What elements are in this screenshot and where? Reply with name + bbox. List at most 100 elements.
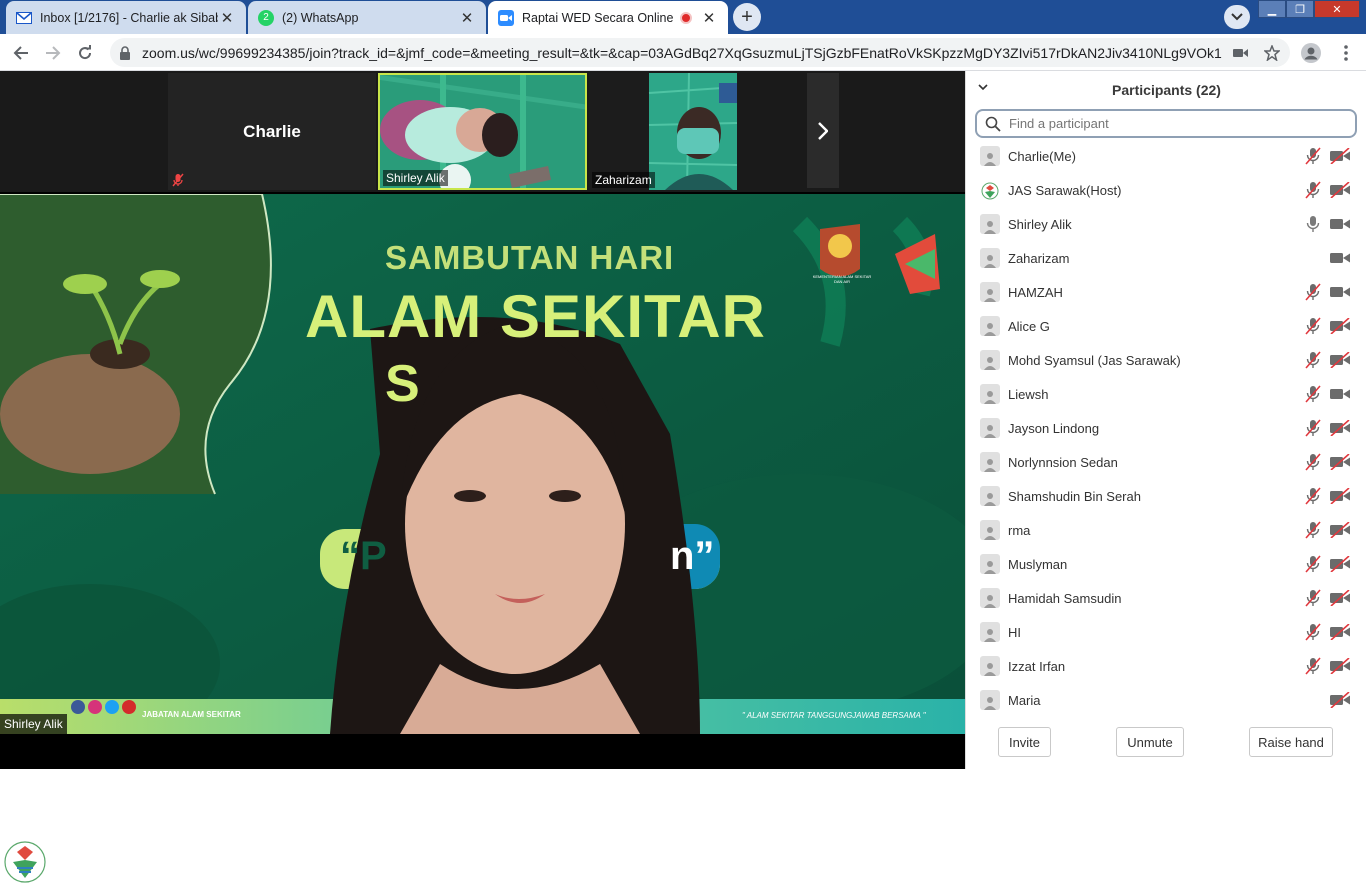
raise-hand-button[interactable]: Raise hand <box>1249 727 1333 757</box>
avatar-icon <box>1301 43 1321 63</box>
participant-row[interactable]: Mohd Syamsul (Jas Sarawak) <box>966 343 1366 377</box>
main-speaker-video[interactable]: SAMBUTAN HARI ALAM SEKITAR S “P n” JABAT… <box>0 194 965 734</box>
invite-button[interactable]: Invite <box>998 727 1051 757</box>
avatar-icon <box>980 316 1000 336</box>
slide-heading-3: S <box>385 355 420 413</box>
address-bar[interactable]: zoom.us/wc/99699234385/join?track_id=&jm… <box>110 38 1290 67</box>
participant-name: Mohd Syamsul (Jas Sarawak) <box>1008 353 1181 368</box>
minimize-button[interactable]: ▁ <box>1258 0 1286 18</box>
arrow-right-icon <box>46 46 61 60</box>
camera-off-icon <box>1330 420 1350 436</box>
participant-name: Izzat Irfan <box>1008 659 1066 674</box>
close-tab-icon[interactable]: ✕ <box>218 9 236 27</box>
new-tab-button[interactable]: + <box>733 3 761 31</box>
next-page-button[interactable] <box>807 73 839 188</box>
search-input[interactable] <box>1009 116 1339 131</box>
participant-name: Shamshudin Bin Serah <box>1008 489 1141 504</box>
mic-muted-icon <box>1305 589 1321 607</box>
mic-muted-icon <box>1305 317 1321 335</box>
camera-icon <box>1330 389 1350 399</box>
video-camera-icon <box>1233 49 1248 57</box>
forward-button[interactable] <box>40 40 66 66</box>
participant-search[interactable] <box>975 109 1357 138</box>
search-icon <box>985 116 1001 132</box>
slide-tagline: " ALAM SEKITAR TANGGUNGJAWAB BERSAMA " <box>742 711 926 720</box>
chevron-down-icon <box>978 84 988 91</box>
camera-off-icon <box>1330 658 1350 674</box>
participant-row[interactable]: Hamidah Samsudin <box>966 581 1366 615</box>
tab-gmail[interactable]: Inbox [1/2176] - Charlie ak Sibab ✕ <box>6 1 246 34</box>
close-window-button[interactable]: ✕ <box>1314 0 1360 18</box>
participant-name: JAS Sarawak(Host) <box>1008 183 1122 198</box>
camera-blocked-button[interactable] <box>1228 40 1254 66</box>
camera-off-icon <box>1330 556 1350 572</box>
profile-button[interactable] <box>1298 40 1324 66</box>
slide-heading-2: ALAM SEKITAR <box>305 283 766 350</box>
chevron-down-icon <box>1231 13 1243 21</box>
avatar-icon <box>980 146 1000 166</box>
organization-logo <box>4 841 46 883</box>
participant-row[interactable]: Muslyman <box>966 547 1366 581</box>
participant-row[interactable]: JAS Sarawak(Host) <box>966 173 1366 207</box>
participant-row[interactable]: Alice G <box>966 309 1366 343</box>
participant-row[interactable]: Izzat Irfan <box>966 649 1366 683</box>
mic-muted-icon <box>1305 283 1321 301</box>
chevron-right-icon <box>818 121 828 140</box>
slide-social-handle: JABATAN ALAM SEKITAR <box>142 710 241 719</box>
participant-name: Alice G <box>1008 319 1050 334</box>
participant-name: Liewsh <box>1008 387 1049 402</box>
tab-strip: Inbox [1/2176] - Charlie ak Sibab ✕ 2 (2… <box>0 0 1366 34</box>
participant-row[interactable]: HI <box>966 615 1366 649</box>
participant-row[interactable]: Maria <box>966 683 1366 717</box>
participant-row[interactable]: HAMZAH <box>966 275 1366 309</box>
window-controls: ▁ ❐ ✕ <box>1258 0 1360 18</box>
mic-muted-icon <box>1305 657 1321 675</box>
video-tile-charlie[interactable]: Charlie <box>168 73 376 190</box>
video-tile-shirley-alik[interactable]: Shirley Alik <box>378 73 587 190</box>
menu-button[interactable] <box>1333 40 1359 66</box>
thumbnail-strip: Charlie Shirley Alik Zaharizam <box>0 71 965 192</box>
avatar-icon <box>980 350 1000 370</box>
meeting-video-area: Charlie Shirley Alik Zaharizam SAMBUTAN … <box>0 71 965 769</box>
collapse-panel-button[interactable] <box>978 79 988 94</box>
mic-muted-icon <box>1305 385 1321 403</box>
maximize-button[interactable]: ❐ <box>1286 0 1314 18</box>
video-tile-zaharizam[interactable]: Zaharizam <box>589 73 737 190</box>
slide-quote-left: “P <box>340 534 387 578</box>
participant-row[interactable]: Shamshudin Bin Serah <box>966 479 1366 513</box>
participant-row[interactable]: Norlynnsion Sedan <box>966 445 1366 479</box>
whatsapp-icon: 2 <box>258 9 274 26</box>
mic-muted-icon <box>1305 521 1321 539</box>
participant-row[interactable]: Jayson Lindong <box>966 411 1366 445</box>
tab-title: Inbox [1/2176] - Charlie ak Sibab <box>40 10 218 25</box>
participant-row[interactable]: Charlie(Me) <box>966 139 1366 173</box>
more-vert-icon <box>1344 45 1348 61</box>
tab-search-button[interactable] <box>1224 5 1250 29</box>
participant-row[interactable]: Zaharizam <box>966 241 1366 275</box>
close-tab-icon[interactable]: ✕ <box>700 9 718 27</box>
camera-off-icon <box>1330 522 1350 538</box>
panel-title: Participants (22) <box>1112 82 1221 98</box>
slide-quote-right: n” <box>670 534 715 578</box>
mic-muted-icon <box>172 173 184 187</box>
bookmark-button[interactable] <box>1259 40 1285 66</box>
mic-muted-icon <box>1305 487 1321 505</box>
tab-zoom-meeting[interactable]: Raptai WED Secara Online ✕ <box>488 1 728 34</box>
unmute-button[interactable]: Unmute <box>1116 727 1184 757</box>
participant-name: Hamidah Samsudin <box>1008 591 1122 606</box>
participant-name: Charlie(Me) <box>1008 149 1076 164</box>
close-tab-icon[interactable]: ✕ <box>458 9 476 27</box>
tab-whatsapp[interactable]: 2 (2) WhatsApp ✕ <box>248 1 486 34</box>
camera-icon <box>1330 287 1350 297</box>
mic-muted-icon <box>1305 351 1321 369</box>
panel-footer: Invite Unmute Raise hand <box>966 727 1366 767</box>
participant-row[interactable]: Shirley Alik <box>966 207 1366 241</box>
camera-off-icon <box>1330 318 1350 334</box>
avatar-icon <box>980 282 1000 302</box>
participant-row[interactable]: rma <box>966 513 1366 547</box>
back-button[interactable] <box>8 40 34 66</box>
participant-name: Muslyman <box>1008 557 1068 572</box>
reload-button[interactable] <box>72 40 98 66</box>
participant-row[interactable]: Liewsh <box>966 377 1366 411</box>
participant-name: Shirley Alik <box>383 170 448 186</box>
